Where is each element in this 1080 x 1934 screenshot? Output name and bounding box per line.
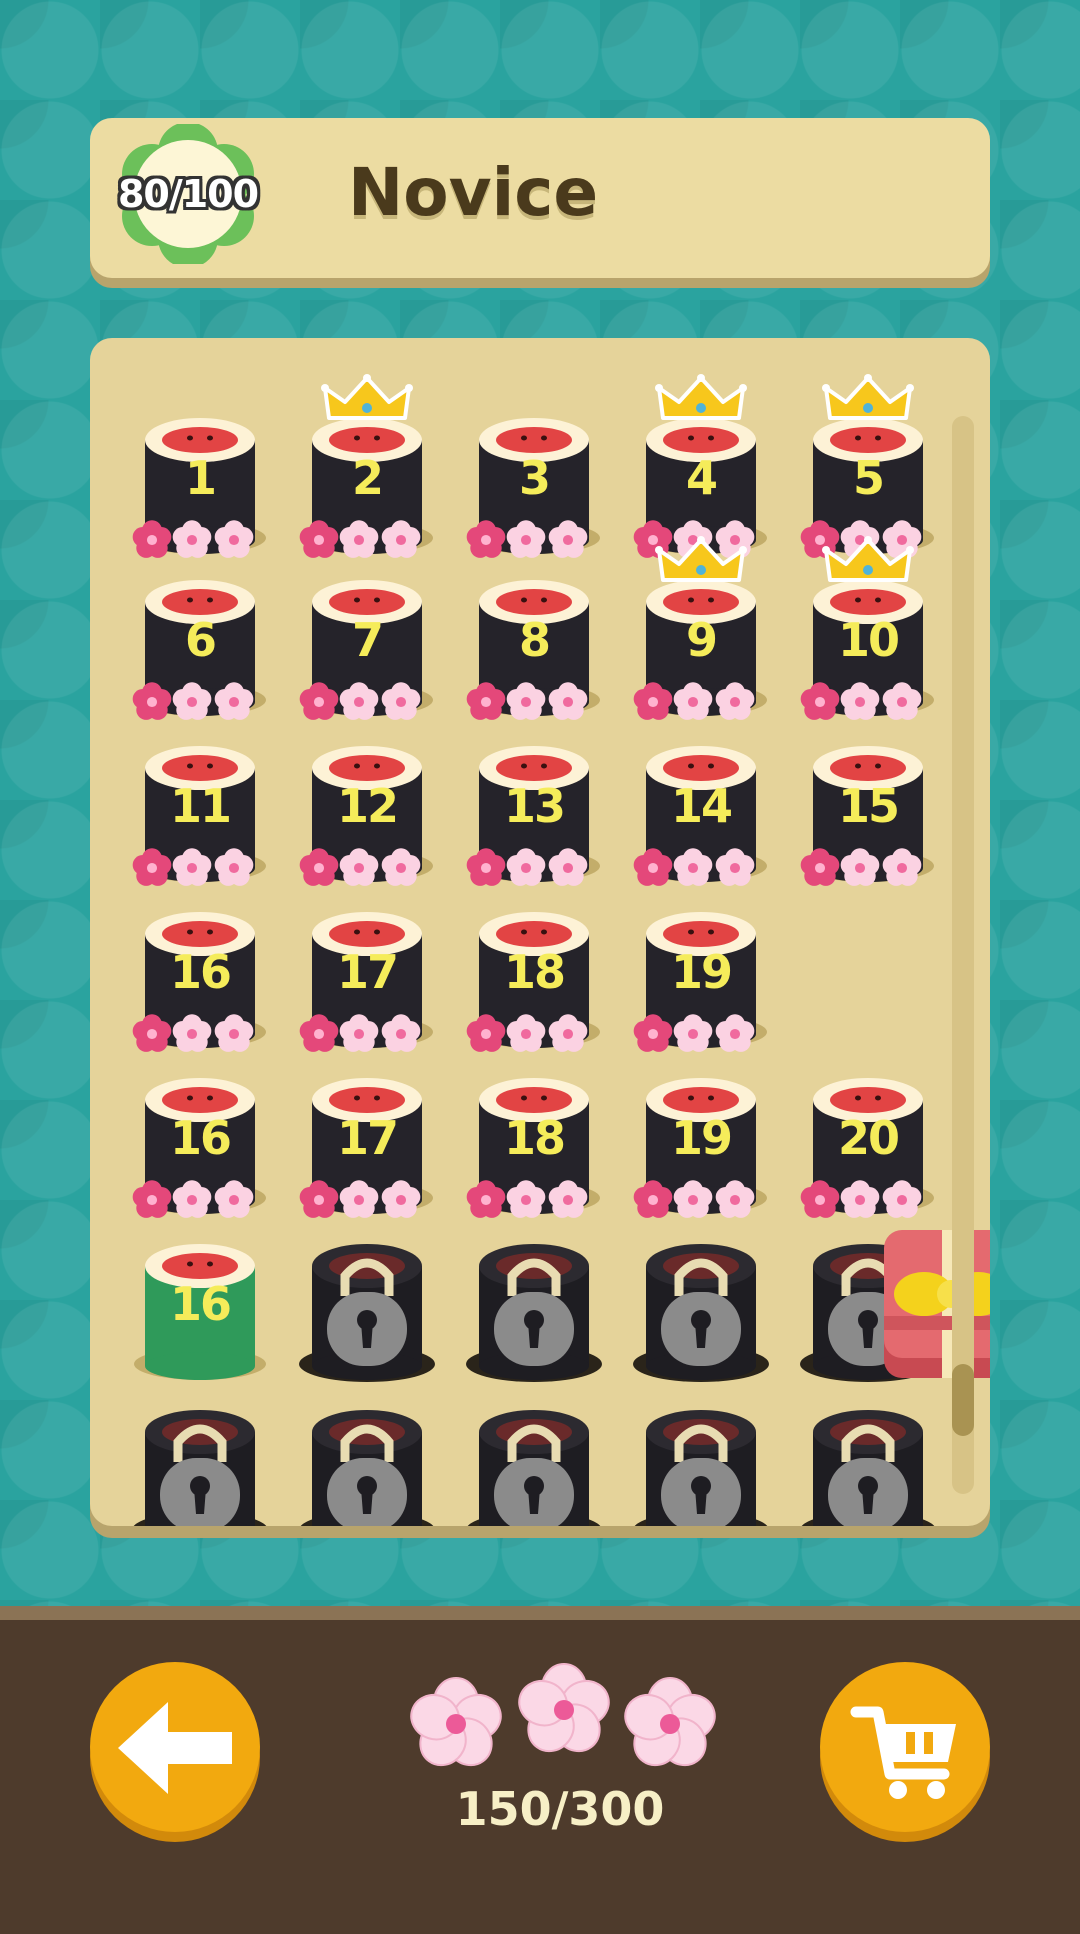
level-button[interactable]: 7: [297, 572, 437, 722]
level-number: 12: [336, 779, 399, 833]
level-button[interactable]: 18: [464, 1070, 604, 1220]
level-button[interactable]: 17: [297, 1070, 437, 1220]
locked-level: [130, 1402, 270, 1526]
level-button[interactable]: 12: [297, 738, 437, 888]
level-number: 9: [685, 613, 718, 667]
level-number: 20: [837, 1111, 900, 1165]
locked-level: [798, 1402, 938, 1526]
level-number: 16: [169, 1111, 232, 1165]
pack-title: Novice: [348, 154, 599, 231]
scrollbar-thumb[interactable]: [952, 1364, 974, 1436]
level-button[interactable]: 11: [130, 738, 270, 888]
locked-level: [297, 1236, 437, 1386]
level-button[interactable]: 10: [798, 536, 938, 722]
level-grid-panel: 1 23 4 5678 9 10 11 12 13 14 15 16 17 18 19 1: [90, 338, 990, 1526]
level-button[interactable]: 16: [130, 1236, 270, 1386]
level-number: 7: [351, 613, 384, 667]
level-button[interactable]: 8: [464, 572, 604, 722]
level-number: 5: [852, 451, 885, 505]
lock-icon: [633, 1244, 769, 1382]
level-number: 1: [184, 451, 217, 505]
level-button[interactable]: 3: [464, 410, 604, 560]
level-button[interactable]: 20: [798, 1070, 938, 1220]
lock-icon: [133, 1410, 267, 1526]
lock-icon: [299, 1244, 435, 1382]
level-number: 8: [518, 613, 551, 667]
locked-level: [297, 1402, 437, 1526]
level-number: 13: [503, 779, 566, 833]
level-button[interactable]: 17: [297, 904, 437, 1054]
level-number: 6: [184, 613, 217, 667]
level-number: 15: [837, 779, 900, 833]
level-button[interactable]: 19: [631, 1070, 771, 1220]
cart-icon: [850, 1706, 956, 1799]
level-number: 2: [351, 451, 384, 505]
level-button[interactable]: 15: [798, 738, 938, 888]
locked-level: [631, 1236, 771, 1386]
shop-button[interactable]: [820, 1662, 990, 1840]
blossom-star-icon: [410, 1677, 502, 1767]
arrow-left-icon: [118, 1702, 232, 1794]
lock-icon: [300, 1410, 434, 1526]
level-button[interactable]: 14: [631, 738, 771, 888]
locked-level: [631, 1402, 771, 1526]
gift-box[interactable]: [884, 1230, 990, 1378]
lock-icon: [634, 1410, 768, 1526]
level-button[interactable]: 16: [130, 1070, 270, 1220]
level-number: 16: [169, 1277, 232, 1331]
level-button[interactable]: 16: [130, 904, 270, 1054]
level-button[interactable]: 13: [464, 738, 604, 888]
level-number: 4: [685, 451, 718, 505]
blossom-star-icon: [624, 1677, 716, 1767]
level-number: 17: [336, 1111, 399, 1165]
level-number: 11: [169, 779, 232, 833]
level-button[interactable]: 19: [631, 904, 771, 1054]
level-button[interactable]: 18: [464, 904, 604, 1054]
locked-level: [464, 1236, 604, 1386]
lock-icon: [466, 1244, 602, 1382]
level-number: 3: [518, 451, 551, 505]
back-button[interactable]: [90, 1662, 260, 1840]
total-score-text: 150/300: [455, 1782, 665, 1836]
level-number: 16: [169, 945, 232, 999]
level-number: 19: [670, 945, 733, 999]
level-pack-header: 80/100 Novice: [90, 118, 990, 278]
level-number: 19: [670, 1111, 733, 1165]
pack-progress-text: 80/100: [117, 172, 259, 216]
scrollbar[interactable]: [952, 416, 974, 1494]
level-number: 18: [503, 1111, 566, 1165]
level-number: 17: [336, 945, 399, 999]
level-number: 18: [503, 945, 566, 999]
star-rating: [404, 1660, 724, 1780]
pack-progress-badge: 80/100: [117, 122, 259, 268]
level-button[interactable]: 9: [631, 536, 771, 722]
level-button[interactable]: 2: [297, 374, 437, 560]
blossom-star-icon: [518, 1663, 610, 1753]
level-number: 10: [837, 613, 900, 667]
lock-icon: [801, 1410, 935, 1526]
locked-level: [464, 1402, 604, 1526]
level-number: 14: [670, 779, 733, 833]
level-button[interactable]: 6: [130, 572, 270, 722]
level-button[interactable]: 1: [130, 410, 270, 560]
lock-icon: [467, 1410, 601, 1526]
